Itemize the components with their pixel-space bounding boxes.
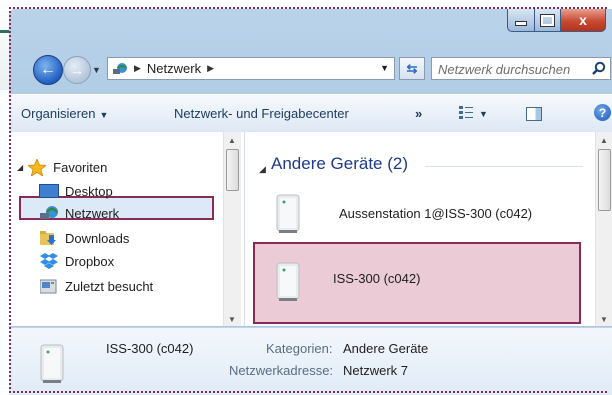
navigation-pane: ◢ Favoriten Desktop Netzwerk Downloads D… xyxy=(9,132,245,326)
details-category-value: Andere Geräte xyxy=(343,341,429,356)
recent-pages-dropdown[interactable]: ▼ xyxy=(92,65,101,75)
scroll-up-arrow-icon[interactable]: ▲ xyxy=(228,136,236,145)
sidebar-item-label: Desktop xyxy=(65,183,113,199)
sidebar-item-favoriten[interactable]: ◢ Favoriten xyxy=(17,157,107,177)
details-pane: ISS-300 (c042) Kategorien: Andere Geräte… xyxy=(9,327,612,395)
scroll-up-arrow-icon[interactable]: ▲ xyxy=(600,136,608,145)
sidebar-item-desktop[interactable]: Desktop xyxy=(39,181,113,201)
network-center-button[interactable]: Netzwerk- und Freigabecenter xyxy=(174,106,349,121)
details-name: ISS-300 (c042) xyxy=(106,341,194,356)
chevron-right-icon[interactable]: ▶ xyxy=(207,63,214,74)
search-box[interactable]: Netzwerk durchsuchen xyxy=(431,57,611,80)
breadcrumb-netzwerk[interactable]: Netzwerk xyxy=(147,61,201,76)
organize-label: Organisieren xyxy=(21,106,96,121)
device-icon xyxy=(276,194,300,233)
command-bar: Organisieren ▼ Netzwerk- und Freigabecent… xyxy=(9,94,612,133)
list-item[interactable]: Aussenstation 1@ISS-300 (c042) xyxy=(275,194,581,240)
view-dropdown-icon[interactable]: ▼ xyxy=(479,109,488,119)
more-commands-button[interactable]: » xyxy=(415,106,422,121)
maximize-button[interactable] xyxy=(535,9,561,32)
sidebar-item-label: Zuletzt besucht xyxy=(65,278,154,294)
star-icon xyxy=(27,158,47,176)
view-options-icon[interactable] xyxy=(459,105,473,119)
content-scrollbar[interactable]: ▲ ▼ xyxy=(595,132,612,326)
window-controls: x xyxy=(507,9,606,32)
item-label: ISS-300 (c042) xyxy=(333,271,421,286)
close-button[interactable]: x xyxy=(561,9,606,32)
help-icon: ? xyxy=(598,105,607,120)
back-button[interactable]: ← xyxy=(33,55,63,85)
collapse-arrow-icon[interactable]: ◢ xyxy=(17,163,23,172)
search-icon[interactable] xyxy=(591,61,606,76)
navigation-bar: ← → ▼ ▶ Netzwerk ▶ ▼ ⇆ Netzwerk durchsuc… xyxy=(19,53,611,85)
refresh-button[interactable]: ⇆ xyxy=(399,57,425,80)
scrollbar-thumb[interactable] xyxy=(598,149,611,211)
arrow-left-icon: ← xyxy=(40,61,56,78)
sidebar-item-label: Favoriten xyxy=(53,159,108,175)
details-address-label: Netzwerkadresse: xyxy=(229,363,334,378)
desktop-icon xyxy=(39,183,59,199)
recent-places-icon xyxy=(39,278,59,294)
explorer-window: x ← → ▼ ▶ Netzwerk ▶ ▼ ⇆ Netzwerk durchs… xyxy=(9,9,612,395)
device-icon xyxy=(276,262,300,301)
network-icon xyxy=(39,205,59,221)
scroll-down-arrow-icon[interactable]: ▼ xyxy=(600,315,608,324)
close-icon: x xyxy=(579,12,587,28)
help-button[interactable]: ? xyxy=(594,104,611,121)
navigation-scrollbar[interactable]: ▲ ▼ xyxy=(223,132,241,326)
scroll-down-arrow-icon[interactable]: ▼ xyxy=(228,315,236,324)
scrollbar-thumb[interactable] xyxy=(226,149,239,191)
details-category-label: Kategorien: xyxy=(266,341,333,356)
group-collapse-arrow-icon[interactable]: ◢ xyxy=(259,164,266,175)
chevron-right-icon[interactable]: ▶ xyxy=(134,63,141,74)
dropbox-icon xyxy=(39,253,59,269)
forward-button[interactable]: → xyxy=(63,56,91,84)
organize-button[interactable]: Organisieren ▼ xyxy=(21,106,108,121)
maximize-icon xyxy=(540,13,555,27)
preview-pane-icon[interactable] xyxy=(526,107,542,121)
sidebar-item-downloads[interactable]: Downloads xyxy=(39,228,129,248)
sidebar-item-label: Dropbox xyxy=(65,253,115,269)
network-icon xyxy=(112,62,128,76)
details-address-value: Netzwerk 7 xyxy=(343,363,409,378)
address-bar[interactable]: ▶ Netzwerk ▶ ▼ xyxy=(107,57,395,80)
device-icon xyxy=(40,344,64,383)
group-header[interactable]: Andere Geräte (2) xyxy=(271,154,408,174)
refresh-icon: ⇆ xyxy=(406,60,418,76)
sidebar-item-label: Netzwerk xyxy=(65,205,120,221)
item-label: Aussenstation 1@ISS-300 (c042) xyxy=(339,206,533,221)
minimize-button[interactable] xyxy=(507,9,535,32)
sidebar-item-zuletzt-besucht[interactable]: Zuletzt besucht xyxy=(39,276,153,296)
downloads-folder-icon xyxy=(39,230,59,246)
list-item-selected[interactable]: ISS-300 (c042) xyxy=(253,242,581,324)
minimize-icon xyxy=(515,20,527,26)
search-input[interactable]: Netzwerk durchsuchen xyxy=(438,62,570,77)
sidebar-item-label: Downloads xyxy=(65,230,130,246)
sidebar-item-dropbox[interactable]: Dropbox xyxy=(39,251,114,271)
chevron-down-icon: ▼ xyxy=(99,110,109,120)
group-divider xyxy=(425,166,583,167)
content-pane: ◢ Andere Geräte (2) Aussenstation 1@ISS-… xyxy=(245,132,612,326)
arrow-right-icon: → xyxy=(70,62,84,78)
sidebar-item-netzwerk[interactable]: Netzwerk xyxy=(39,203,119,223)
address-dropdown-icon[interactable]: ▼ xyxy=(380,63,389,73)
